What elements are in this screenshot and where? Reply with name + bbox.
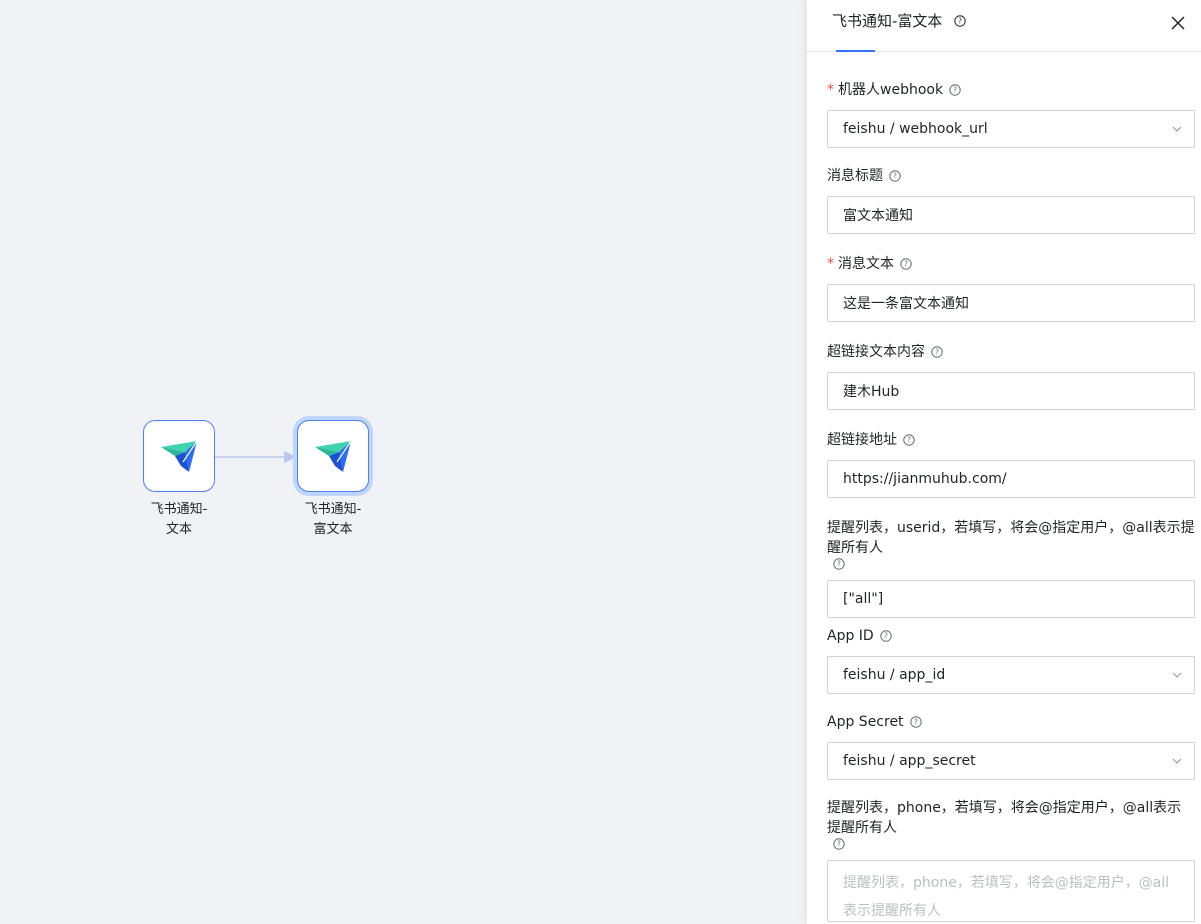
node-config-drawer: 飞书通知-富文本 ? * 机器人webhook ? feishu / webho… — [807, 0, 1201, 924]
node-feishu-rich-text[interactable]: 飞书通知- 富文本 — [288, 420, 378, 540]
mention-phone-textarea[interactable]: 提醒列表，phone，若填写，将会@指定用户，@all表示提醒所有人 — [827, 860, 1195, 922]
chevron-down-icon — [1172, 758, 1182, 764]
message-text-input[interactable]: 这是一条富文本通知 — [827, 284, 1195, 322]
field-label: 超链接文本内容 ? — [827, 342, 1195, 362]
field-mention-phone: 提醒列表，phone，若填写，将会@指定用户，@all表示提醒所有人? 提醒列表… — [827, 798, 1195, 922]
feishu-paper-plane-icon — [161, 440, 198, 472]
select-value: feishu / app_secret — [843, 753, 976, 769]
field-label: 超链接地址 ? — [827, 430, 1195, 450]
chevron-down-icon — [1172, 672, 1182, 678]
field-label-text: App ID — [827, 628, 874, 644]
field-app-secret: App Secret ? feishu / app_secret — [827, 712, 1195, 780]
close-button[interactable] — [1167, 12, 1189, 34]
field-label-text: App Secret — [827, 714, 904, 730]
input-value: https://jianmuhub.com/ — [843, 471, 1007, 487]
required-mark: * — [827, 82, 834, 98]
link-url-input[interactable]: https://jianmuhub.com/ — [827, 460, 1195, 498]
svg-text:?: ? — [884, 632, 888, 641]
field-link-url: 超链接地址 ? https://jianmuhub.com/ — [827, 430, 1195, 498]
field-label: * 消息文本 ? — [827, 254, 1195, 274]
svg-text:?: ? — [837, 560, 841, 569]
mention-userid-input[interactable]: ["all"] — [827, 580, 1195, 618]
app-id-select[interactable]: feishu / app_id — [827, 656, 1195, 694]
svg-text:?: ? — [958, 16, 962, 25]
drawer-title: 飞书通知-富文本 ? — [832, 10, 967, 31]
input-value: 富文本通知 — [843, 208, 913, 224]
chevron-down-icon — [1172, 126, 1182, 132]
svg-text:?: ? — [837, 840, 841, 849]
field-message-text: * 消息文本 ? 这是一条富文本通知 — [827, 254, 1195, 322]
svg-text:?: ? — [953, 86, 957, 95]
field-label-text: 提醒列表，userid，若填写，将会@指定用户，@all表示提醒所有人 — [827, 520, 1195, 556]
help-icon[interactable]: ? — [931, 346, 943, 358]
node-label: 飞书通知- 富文本 — [304, 502, 362, 537]
app-secret-select[interactable]: feishu / app_secret — [827, 742, 1195, 780]
node-feishu-text[interactable]: 飞书通知- 文本 — [134, 420, 224, 540]
drawer-header: 飞书通知-富文本 ? — [807, 0, 1201, 52]
svg-text:?: ? — [914, 718, 918, 727]
field-label: App ID ? — [827, 626, 1195, 646]
help-icon[interactable]: ? — [900, 258, 912, 270]
field-webhook: * 机器人webhook ? feishu / webhook_url — [827, 80, 1195, 148]
field-mention-userid: 提醒列表，userid，若填写，将会@指定用户，@all表示提醒所有人? ["a… — [827, 518, 1195, 618]
webhook-select[interactable]: feishu / webhook_url — [827, 110, 1195, 148]
field-link-text: 超链接文本内容 ? 建木Hub — [827, 342, 1195, 410]
workflow-canvas[interactable]: 飞书通知- 文本 飞书通知- 富文本 — [0, 0, 807, 924]
help-icon[interactable]: ? — [954, 14, 967, 27]
help-icon[interactable]: ? — [949, 84, 961, 96]
field-label: 提醒列表，phone，若填写，将会@指定用户，@all表示提醒所有人? — [827, 798, 1195, 850]
select-value: feishu / webhook_url — [843, 121, 988, 137]
feishu-paper-plane-icon — [315, 440, 352, 472]
field-label-text: 提醒列表，phone，若填写，将会@指定用户，@all表示提醒所有人 — [827, 800, 1182, 836]
field-label-text: 机器人webhook — [838, 82, 944, 98]
input-value: 建木Hub — [843, 384, 900, 400]
field-label: 消息标题 ? — [827, 166, 1195, 186]
field-message-title: 消息标题 ? 富文本通知 — [827, 166, 1195, 234]
edge-connector — [215, 451, 297, 463]
field-label: * 机器人webhook ? — [827, 80, 1195, 100]
node-box[interactable] — [143, 420, 215, 492]
close-icon — [1171, 16, 1185, 30]
field-label: App Secret ? — [827, 712, 1195, 732]
field-label-text: 超链接文本内容 — [827, 344, 925, 360]
active-tab-indicator — [836, 50, 875, 52]
input-value: 这是一条富文本通知 — [843, 296, 969, 312]
input-value: ["all"] — [843, 591, 884, 607]
help-icon[interactable]: ? — [903, 434, 915, 446]
select-value: feishu / app_id — [843, 667, 946, 683]
field-label: 提醒列表，userid，若填写，将会@指定用户，@all表示提醒所有人? — [827, 518, 1195, 570]
link-text-input[interactable]: 建木Hub — [827, 372, 1195, 410]
node-box[interactable] — [297, 420, 369, 492]
field-label-text: 消息文本 — [838, 256, 894, 272]
help-icon[interactable]: ? — [833, 838, 845, 850]
textarea-placeholder: 提醒列表，phone，若填写，将会@指定用户，@all表示提醒所有人 — [843, 875, 1170, 919]
help-icon[interactable]: ? — [909, 716, 922, 728]
node-label: 飞书通知- 文本 — [150, 502, 208, 537]
help-icon[interactable]: ? — [889, 170, 901, 182]
svg-text:?: ? — [904, 260, 908, 269]
required-mark: * — [827, 256, 834, 272]
svg-text:?: ? — [935, 348, 939, 357]
message-title-input[interactable]: 富文本通知 — [827, 196, 1195, 234]
field-app-id: App ID ? feishu / app_id — [827, 626, 1195, 694]
field-label-text: 消息标题 — [827, 168, 883, 184]
svg-text:?: ? — [893, 172, 897, 181]
drawer-title-text: 飞书通知-富文本 — [832, 12, 943, 30]
help-icon[interactable]: ? — [833, 558, 845, 570]
field-label-text: 超链接地址 — [827, 432, 897, 448]
help-icon[interactable]: ? — [880, 630, 892, 642]
svg-text:?: ? — [907, 436, 911, 445]
